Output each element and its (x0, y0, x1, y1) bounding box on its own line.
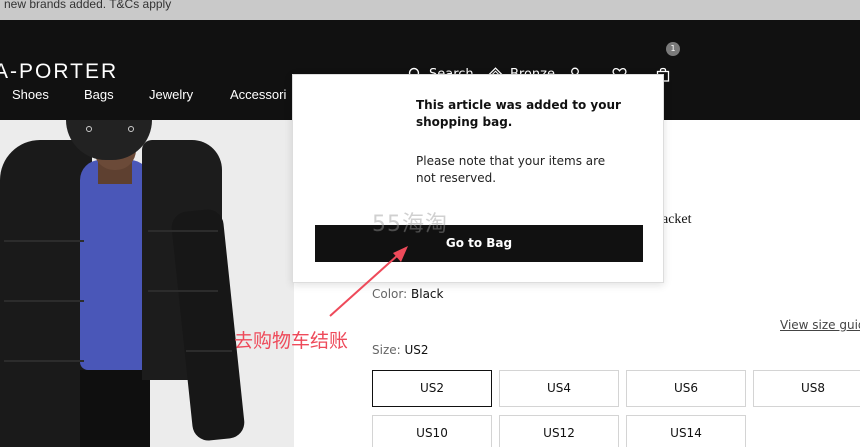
size-option[interactable]: US6 (626, 370, 746, 407)
size-option[interactable]: US10 (372, 415, 492, 447)
logo[interactable]: A-PORTER (0, 60, 118, 84)
bag-count-badge: 1 (666, 42, 680, 56)
popup-note: Please note that your items are not rese… (416, 154, 606, 185)
nav-item-shoes[interactable]: Shoes (12, 87, 49, 102)
color-label: Color: (372, 287, 408, 301)
size-info: Size: US2 (372, 343, 429, 357)
promo-banner: new brands added. T&Cs apply (0, 0, 860, 20)
watermark: 55海淘 (372, 212, 448, 237)
color-info: Color: Black (372, 287, 443, 301)
nav-item-bags[interactable]: Bags (84, 87, 114, 102)
added-to-bag-popup: This article was added to your shopping … (292, 74, 664, 283)
size-option[interactable]: US2 (372, 370, 492, 407)
size-option[interactable]: US14 (626, 415, 746, 447)
product-title: acket (662, 212, 692, 227)
go-to-bag-button[interactable]: Go to Bag (315, 225, 643, 262)
size-option[interactable]: US4 (499, 370, 619, 407)
size-label: Size: (372, 343, 401, 357)
nav-item-accessories[interactable]: Accessori (230, 87, 286, 102)
annotation-text: 去购物车结账 (234, 330, 349, 352)
size-option[interactable]: US12 (499, 415, 619, 447)
size-option[interactable]: US8 (753, 370, 860, 407)
nav-item-jewelry[interactable]: Jewelry (149, 87, 193, 102)
popup-message: This article was added to your shopping … (416, 98, 621, 129)
color-value: Black (411, 287, 444, 301)
promo-text: new brands added. T&Cs apply (4, 0, 172, 11)
size-value: US2 (404, 343, 429, 357)
product-image[interactable] (0, 120, 294, 447)
size-guide-link[interactable]: View size guid (780, 318, 860, 332)
